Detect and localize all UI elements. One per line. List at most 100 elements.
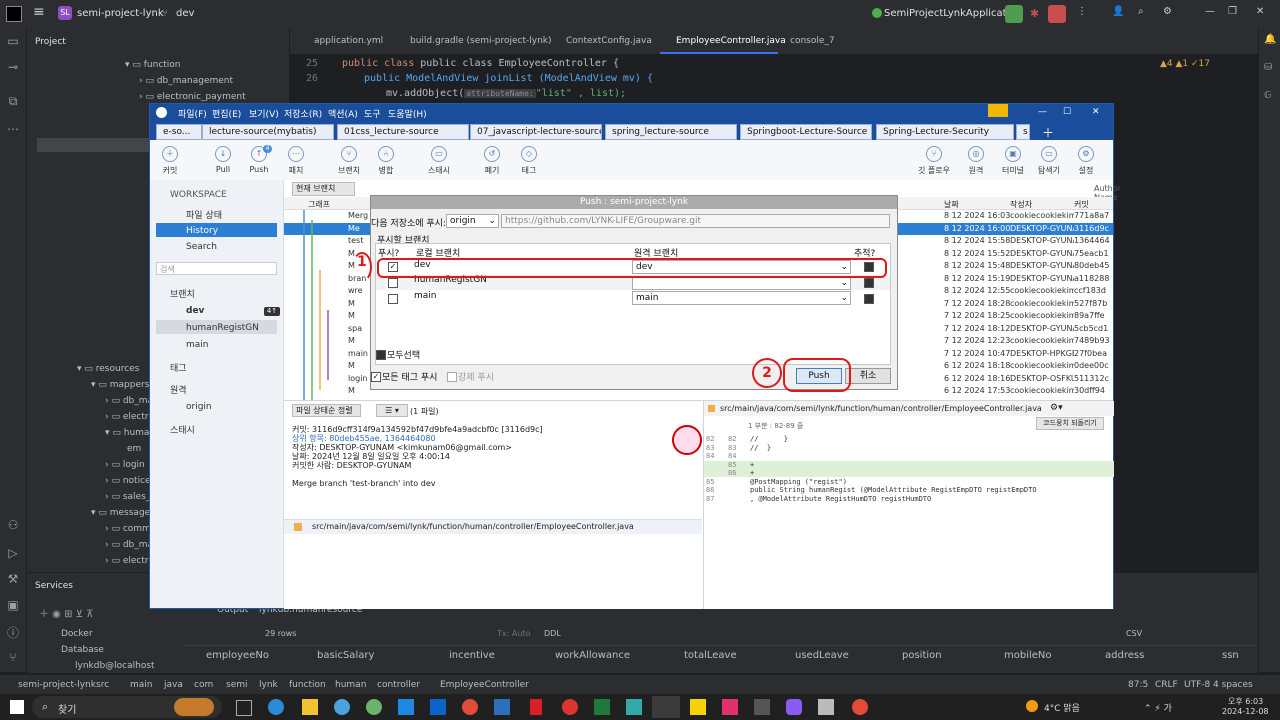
column-header[interactable]: incentive bbox=[449, 650, 495, 661]
app-icon[interactable] bbox=[754, 699, 770, 715]
crumb[interactable]: EmployeeController bbox=[440, 680, 529, 690]
build-icon[interactable]: ⚒ bbox=[6, 572, 20, 586]
notifications-icon[interactable]: 🔔 bbox=[1264, 34, 1276, 45]
commit-icon[interactable]: ⊸ bbox=[6, 60, 20, 74]
app-icon[interactable] bbox=[334, 699, 350, 715]
workspace-header[interactable]: WORKSPACE bbox=[170, 190, 227, 200]
branch-button[interactable]: ⑂ 브랜치 bbox=[331, 146, 367, 176]
column-header[interactable]: employeeNo bbox=[206, 650, 269, 661]
force-push-checkbox[interactable] bbox=[447, 372, 457, 382]
tree-item[interactable]: ▾ ▭ function bbox=[125, 60, 181, 70]
push-tags-checkbox[interactable]: ✓ bbox=[371, 372, 381, 382]
menu-item[interactable]: 파일(F) bbox=[178, 107, 207, 120]
app-icon[interactable] bbox=[818, 699, 834, 715]
more-icon[interactable]: ⋮ bbox=[1077, 6, 1087, 17]
sourcetree-taskbar-icon[interactable] bbox=[652, 696, 680, 718]
sidebar-history[interactable]: History bbox=[186, 226, 218, 236]
menu-item[interactable]: 편집(E) bbox=[212, 107, 241, 120]
repo-tab[interactable]: 01css_lecture-source bbox=[337, 124, 469, 140]
panel-title[interactable]: Project bbox=[35, 37, 66, 47]
column-header[interactable]: position bbox=[902, 650, 942, 661]
csv-select[interactable]: CSV bbox=[1126, 629, 1142, 638]
patch-button[interactable]: ⋯ 패치 bbox=[278, 146, 314, 176]
tab-build-gradle[interactable]: build.gradle (semi-project-lynk) bbox=[410, 36, 552, 46]
problems-icon[interactable]: ⓘ bbox=[6, 624, 20, 640]
windows-start-icon[interactable] bbox=[10, 700, 24, 714]
tab-context-config[interactable]: ContextConfig.java bbox=[566, 36, 652, 46]
crumb[interactable]: com bbox=[194, 680, 213, 690]
merge-button[interactable]: ⑃ 병합 bbox=[368, 146, 404, 176]
tree-item[interactable]: › ▭ login bbox=[105, 460, 145, 470]
crumb[interactable]: human bbox=[335, 680, 366, 690]
taskbar-search[interactable]: ⌕ 찾기 bbox=[32, 696, 222, 718]
track-checkbox[interactable] bbox=[864, 294, 874, 304]
tree-item[interactable]: › ▭ db_ma bbox=[105, 396, 153, 406]
netflix-icon[interactable] bbox=[530, 699, 542, 715]
crumb[interactable]: src bbox=[96, 680, 109, 690]
project-name[interactable]: semi-project-lynk bbox=[77, 8, 164, 19]
col-author[interactable]: 작성자 bbox=[1010, 199, 1032, 210]
sidebar-search[interactable]: Search bbox=[186, 242, 217, 252]
search-icon[interactable]: ⌕ bbox=[1138, 6, 1144, 17]
debug-icon[interactable]: ✱ bbox=[1030, 7, 1039, 20]
crumb[interactable]: semi bbox=[226, 680, 248, 690]
remote-select[interactable]: origin ⌄ bbox=[446, 214, 499, 228]
tab-application-yml[interactable]: application.yml bbox=[314, 36, 383, 46]
database-icon[interactable]: ⛁ bbox=[1264, 62, 1272, 73]
close-icon[interactable]: ✕ bbox=[1092, 107, 1100, 117]
repo-tab[interactable]: Spring-Lecture-Security bbox=[876, 124, 1014, 140]
commit-button[interactable]: ＋ 커밋 bbox=[152, 146, 188, 176]
menu-item[interactable]: 도구 bbox=[364, 107, 381, 120]
terminal-icon[interactable]: ▣ bbox=[6, 598, 20, 612]
column-header[interactable]: mobileNo bbox=[1004, 650, 1052, 661]
col-graph[interactable]: 그래프 bbox=[308, 199, 330, 210]
branches-header[interactable]: 브랜치 bbox=[170, 287, 195, 300]
flag-icon[interactable] bbox=[988, 104, 1008, 117]
close-icon[interactable]: ✕ bbox=[1256, 6, 1264, 17]
tree-item[interactable]: › ▭ notice_ bbox=[105, 476, 155, 486]
line-separator[interactable]: CRLF bbox=[1155, 680, 1178, 690]
tree-item[interactable]: em bbox=[127, 444, 141, 454]
tx-mode[interactable]: Tx: Auto bbox=[497, 629, 530, 638]
tags-header[interactable]: 태그 bbox=[170, 361, 187, 374]
git-icon[interactable]: ⑂ bbox=[6, 650, 20, 664]
tab-console[interactable]: console_7 bbox=[790, 36, 835, 46]
branch-name[interactable]: dev bbox=[176, 8, 194, 19]
rerun-button[interactable] bbox=[1005, 5, 1023, 23]
excel-icon[interactable] bbox=[594, 699, 610, 715]
app-icon[interactable] bbox=[562, 699, 578, 715]
col-commit[interactable]: 커밋 bbox=[1074, 199, 1089, 210]
run-config[interactable]: SemiProjectLynkApplication bbox=[884, 8, 1022, 19]
remote-button[interactable]: ◎ 원격 bbox=[958, 146, 994, 176]
add-icon[interactable]: ＋ ◉ ⊞ ⊻ ⊼ bbox=[39, 605, 93, 620]
col-date[interactable]: 날짜 bbox=[944, 199, 959, 210]
tag-button[interactable]: ◇ 태그 bbox=[511, 146, 547, 176]
crumb[interactable]: java bbox=[164, 680, 183, 690]
branch-dev[interactable]: dev bbox=[186, 306, 204, 316]
services-docker[interactable]: Docker bbox=[61, 629, 93, 639]
remote-branch-select[interactable]: ⌄ bbox=[632, 276, 851, 290]
sort-select[interactable]: 파일 상태순 정렬 bbox=[292, 404, 361, 417]
services-connection[interactable]: lynkdb@localhost bbox=[75, 661, 155, 671]
branch-filter-select[interactable]: 현재 브랜치 bbox=[292, 182, 355, 196]
indent[interactable]: 4 spaces bbox=[1213, 680, 1253, 690]
structure-icon[interactable]: ⧉ bbox=[6, 94, 20, 108]
cancel-button[interactable]: 취소 bbox=[845, 368, 891, 384]
settings-icon[interactable]: ⚙ bbox=[1163, 6, 1172, 17]
intellij-icon[interactable] bbox=[722, 699, 738, 715]
column-header[interactable]: workAllowance bbox=[555, 650, 630, 661]
tree-item[interactable]: ▾ ▭ messages bbox=[91, 508, 155, 518]
repo-tab[interactable]: spring_lecture-source bbox=[605, 124, 737, 140]
vscode-icon[interactable] bbox=[494, 699, 510, 715]
add-tab-icon[interactable]: ＋ bbox=[1042, 124, 1054, 141]
run-icon[interactable]: ▷ bbox=[6, 546, 20, 560]
tree-item[interactable]: › ▭ electro bbox=[105, 412, 154, 422]
remote-origin[interactable]: origin bbox=[186, 402, 212, 412]
tree-item[interactable]: › ▭ db_ma bbox=[105, 540, 153, 550]
encoding[interactable]: UTF-8 bbox=[1184, 680, 1210, 690]
gradle-icon[interactable]: 𝔾 bbox=[1264, 90, 1272, 101]
tray-icons[interactable]: ⌃ ⚡ 가 bbox=[1144, 701, 1172, 714]
repo-tab[interactable]: 07_javascript-lecture-source bbox=[470, 124, 602, 140]
tree-item[interactable]: › ▭ comm bbox=[105, 524, 151, 534]
diff-gear-icon[interactable]: ⚙▾ bbox=[1050, 403, 1063, 413]
